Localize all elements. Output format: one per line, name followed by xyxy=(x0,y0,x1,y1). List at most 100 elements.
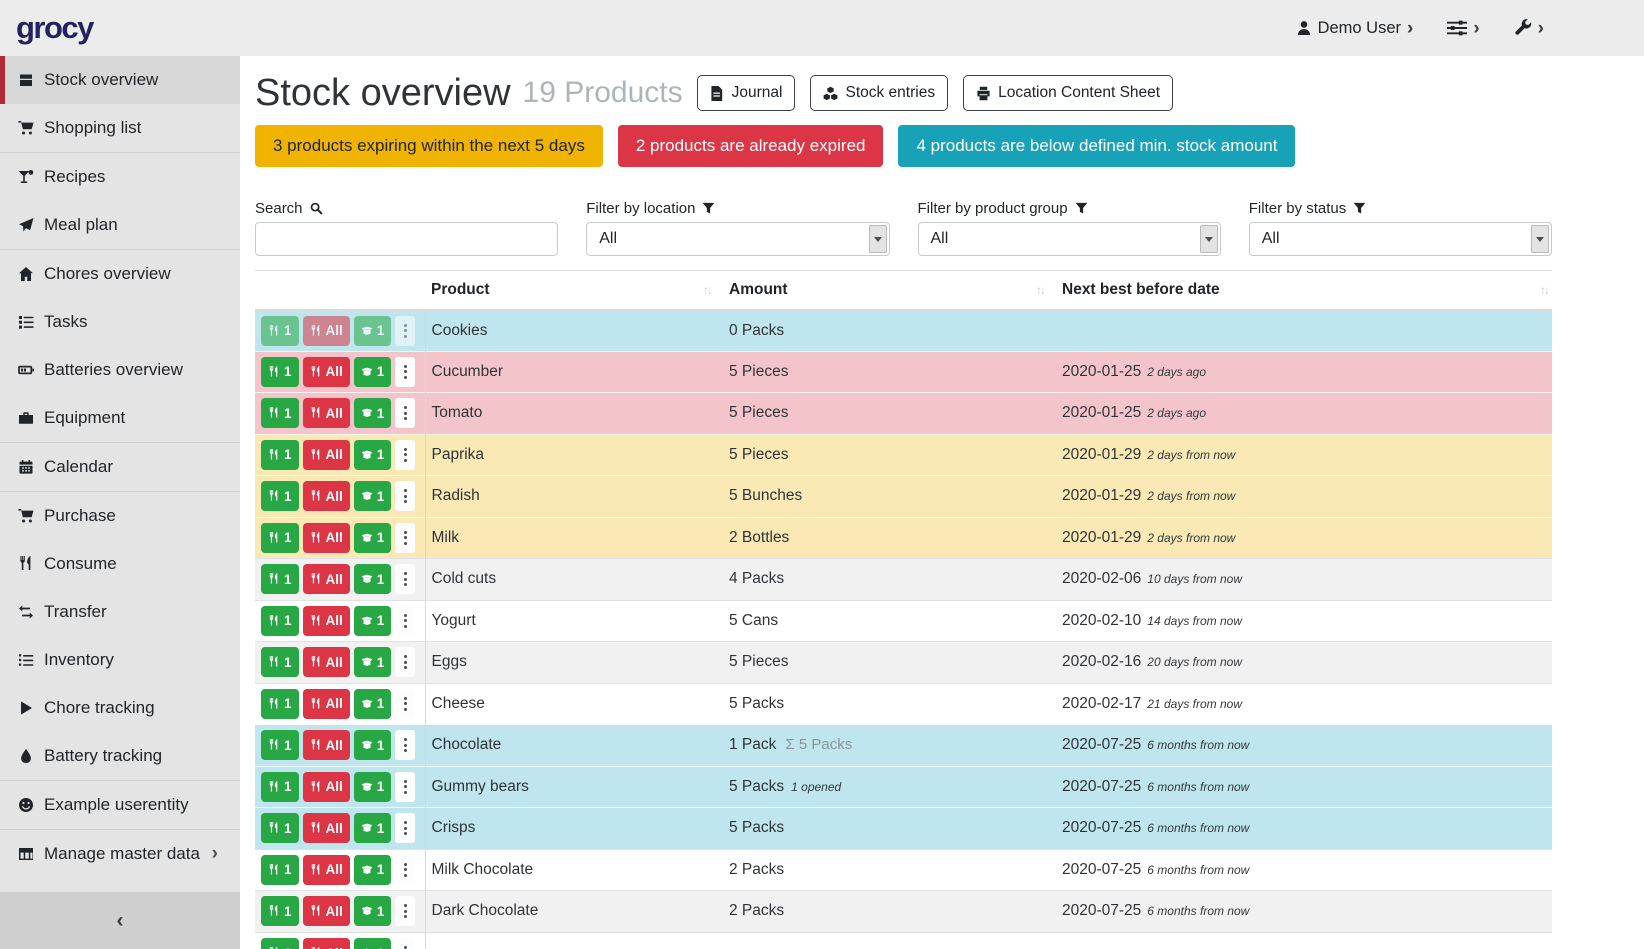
consume-all-button[interactable]: All xyxy=(303,606,350,636)
open-one-button[interactable]: 1 xyxy=(354,316,392,346)
sidebar-item-example-userentity[interactable]: Example userentity xyxy=(0,781,240,829)
open-one-button[interactable]: 1 xyxy=(354,730,392,760)
row-menu-button[interactable] xyxy=(395,440,415,470)
open-one-button[interactable]: 1 xyxy=(354,938,392,949)
row-menu-button[interactable] xyxy=(395,316,415,346)
row-menu-button[interactable] xyxy=(395,564,415,594)
open-one-button[interactable]: 1 xyxy=(354,606,392,636)
consume-all-button[interactable]: All xyxy=(303,938,350,949)
sidebar-item-inventory[interactable]: Inventory xyxy=(0,636,240,684)
sidebar-item-battery-tracking[interactable]: Battery tracking xyxy=(0,732,240,780)
consume-all-button[interactable]: All xyxy=(303,647,350,677)
row-menu-button[interactable] xyxy=(395,398,415,428)
consume-one-button[interactable]: 1 xyxy=(261,855,299,885)
sidebar-item-chores-overview[interactable]: Chores overview xyxy=(0,250,240,298)
open-one-button[interactable]: 1 xyxy=(354,855,392,885)
open-one-button[interactable]: 1 xyxy=(354,813,392,843)
open-one-button[interactable]: 1 xyxy=(354,357,392,387)
sidebar-item-transfer[interactable]: Transfer xyxy=(0,588,240,636)
consume-all-button[interactable]: All xyxy=(303,730,350,760)
consume-all-button[interactable]: All xyxy=(303,523,350,553)
admin-menu[interactable]: › xyxy=(1514,19,1544,38)
sidebar-item-purchase[interactable]: Purchase xyxy=(0,492,240,540)
open-one-button[interactable]: 1 xyxy=(354,689,392,719)
sidebar-item-equipment[interactable]: Equipment xyxy=(0,394,240,442)
row-menu-button[interactable] xyxy=(395,938,415,949)
location-content-sheet-button[interactable]: Location Content Sheet xyxy=(963,75,1173,111)
filter-by-status-select[interactable]: All xyxy=(1249,222,1552,256)
alert-info[interactable]: 4 products are below defined min. stock … xyxy=(898,125,1295,167)
consume-one-button[interactable]: 1 xyxy=(261,730,299,760)
stock-entries-button[interactable]: Stock entries xyxy=(810,75,948,111)
settings-menu[interactable]: › xyxy=(1447,18,1479,38)
consume-one-button[interactable]: 1 xyxy=(261,398,299,428)
open-one-button[interactable]: 1 xyxy=(354,896,392,926)
filter-by-product-group-select[interactable]: All xyxy=(918,222,1221,256)
filter-by-location-select[interactable]: All xyxy=(586,222,889,256)
sidebar-item-shopping-list[interactable]: Shopping list xyxy=(0,104,240,152)
column-header-next-best-before-date[interactable]: Next best before date↑↓ xyxy=(1048,271,1552,310)
sidebar-item-recipes[interactable]: Recipes xyxy=(0,153,240,201)
grocy-logo[interactable]: grocy xyxy=(16,10,93,46)
sidebar-item-calendar[interactable]: Calendar xyxy=(0,443,240,491)
consume-all-button[interactable]: All xyxy=(303,813,350,843)
row-menu-button[interactable] xyxy=(395,647,415,677)
sidebar-item-meal-plan[interactable]: Meal plan xyxy=(0,201,240,249)
sort-icon[interactable]: ↑↓ xyxy=(1036,283,1044,297)
alert-danger[interactable]: 2 products are already expired xyxy=(618,125,884,167)
row-menu-button[interactable] xyxy=(395,813,415,843)
consume-one-button[interactable]: 1 xyxy=(261,564,299,594)
sort-icon[interactable]: ↑↓ xyxy=(1540,283,1548,297)
row-menu-button[interactable] xyxy=(395,523,415,553)
alert-warning[interactable]: 3 products expiring within the next 5 da… xyxy=(255,125,603,167)
sidebar-item-stock-overview[interactable]: Stock overview xyxy=(0,56,240,104)
consume-one-button[interactable]: 1 xyxy=(261,896,299,926)
journal-button[interactable]: Journal xyxy=(697,75,796,111)
sidebar-item-tasks[interactable]: Tasks xyxy=(0,298,240,346)
row-menu-button[interactable] xyxy=(395,772,415,802)
open-one-button[interactable]: 1 xyxy=(354,398,392,428)
consume-one-button[interactable]: 1 xyxy=(261,316,299,346)
open-one-button[interactable]: 1 xyxy=(354,772,392,802)
row-menu-button[interactable] xyxy=(395,689,415,719)
consume-one-button[interactable]: 1 xyxy=(261,606,299,636)
consume-all-button[interactable]: All xyxy=(303,398,350,428)
row-menu-button[interactable] xyxy=(395,481,415,511)
row-menu-button[interactable] xyxy=(395,730,415,760)
consume-all-button[interactable]: All xyxy=(303,772,350,802)
sidebar-item-consume[interactable]: Consume xyxy=(0,540,240,588)
consume-one-button[interactable]: 1 xyxy=(261,647,299,677)
consume-one-button[interactable]: 1 xyxy=(261,813,299,843)
open-one-button[interactable]: 1 xyxy=(354,440,392,470)
sidebar-item-chore-tracking[interactable]: Chore tracking xyxy=(0,684,240,732)
consume-one-button[interactable]: 1 xyxy=(261,357,299,387)
user-menu[interactable]: Demo User › xyxy=(1296,19,1414,38)
search-input[interactable] xyxy=(256,223,557,255)
open-one-button[interactable]: 1 xyxy=(354,481,392,511)
column-header-amount[interactable]: Amount↑↓ xyxy=(715,271,1048,310)
consume-one-button[interactable]: 1 xyxy=(261,481,299,511)
sort-icon[interactable]: ↑↓ xyxy=(703,283,711,297)
sidebar-item-batteries-overview[interactable]: Batteries overview xyxy=(0,346,240,394)
consume-all-button[interactable]: All xyxy=(303,896,350,926)
open-one-button[interactable]: 1 xyxy=(354,647,392,677)
consume-one-button[interactable]: 1 xyxy=(261,938,299,949)
open-one-button[interactable]: 1 xyxy=(354,564,392,594)
consume-one-button[interactable]: 1 xyxy=(261,440,299,470)
consume-all-button[interactable]: All xyxy=(303,357,350,387)
sidebar-item-manage-master-data[interactable]: Manage master data› xyxy=(0,830,240,878)
sidebar-collapse-button[interactable]: ‹ xyxy=(0,892,240,949)
consume-one-button[interactable]: 1 xyxy=(261,523,299,553)
consume-all-button[interactable]: All xyxy=(303,855,350,885)
consume-all-button[interactable]: All xyxy=(303,481,350,511)
consume-one-button[interactable]: 1 xyxy=(261,772,299,802)
row-menu-button[interactable] xyxy=(395,357,415,387)
consume-all-button[interactable]: All xyxy=(303,316,350,346)
consume-all-button[interactable]: All xyxy=(303,564,350,594)
row-menu-button[interactable] xyxy=(395,896,415,926)
consume-all-button[interactable]: All xyxy=(303,689,350,719)
consume-all-button[interactable]: All xyxy=(303,440,350,470)
row-menu-button[interactable] xyxy=(395,855,415,885)
row-menu-button[interactable] xyxy=(395,606,415,636)
consume-one-button[interactable]: 1 xyxy=(261,689,299,719)
